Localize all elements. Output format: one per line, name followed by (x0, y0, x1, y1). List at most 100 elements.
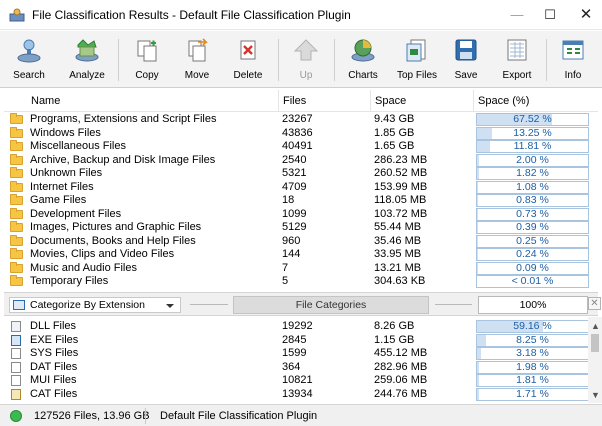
copy-button[interactable]: Copy (124, 34, 170, 86)
row-files: 144 (282, 248, 301, 260)
status-ok-icon (10, 410, 22, 422)
delete-button[interactable]: Delete (224, 34, 272, 86)
extension-row[interactable]: EXE Files 2845 1.15 GB 8.25 % (4, 333, 598, 348)
space-percent-text: 1.08 % (516, 180, 549, 193)
close-button[interactable]: ✕ (566, 0, 602, 30)
status-bar: 127526 Files, 13.96 GB Default File Clas… (0, 404, 602, 426)
move-button[interactable]: Move (174, 34, 220, 86)
category-row[interactable]: Miscellaneous Files 40491 1.65 GB 11.81 % (4, 140, 598, 154)
extension-row[interactable]: DAT Files 364 282.96 MB 1.98 % (4, 360, 598, 375)
scroll-up-icon[interactable]: ▲ (591, 321, 600, 331)
space-percent-bar: 0.09 % (476, 261, 589, 275)
folder-icon (10, 275, 23, 286)
row-space: 304.63 KB (374, 275, 426, 287)
status-summary: 127526 Files, 13.96 GB (34, 410, 150, 422)
row-name: DLL Files (30, 320, 77, 332)
space-percent-text: 59.16 % (513, 320, 552, 332)
row-space: 55.44 MB (374, 221, 422, 233)
folder-icon (10, 207, 23, 219)
category-row[interactable]: Game Files 18 118.05 MB 0.83 % (4, 194, 598, 208)
folder-icon (10, 140, 23, 151)
row-name: Archive, Backup and Disk Image Files (30, 153, 216, 166)
row-name: Internet Files (30, 180, 94, 193)
row-space: 153.99 MB (374, 180, 428, 193)
row-name: Programs, Extensions and Script Files (30, 113, 217, 125)
column-header-space[interactable]: Space (375, 95, 406, 107)
space-percent-text: 0.83 % (516, 194, 549, 206)
categorize-select[interactable]: Categorize By Extension (9, 297, 181, 313)
column-divider (370, 90, 371, 112)
space-percent-bar: 8.25 % (476, 333, 589, 347)
category-row[interactable]: Documents, Books and Help Files 960 35.46 … (4, 234, 598, 249)
categorize-select-value: Categorize By Extension (30, 299, 145, 311)
category-row[interactable]: Internet Files 4709 153.99 MB 1.08 % (4, 180, 598, 195)
category-row[interactable]: Windows Files 43836 1.85 GB 13.25 % (4, 126, 598, 141)
space-percent-text: 1.98 % (516, 360, 549, 373)
analyze-icon (75, 39, 99, 62)
space-percent-bar: 1.08 % (476, 180, 589, 194)
row-files: 364 (282, 360, 301, 373)
row-name: MUI Files (30, 374, 77, 386)
space-percent-text: 67.52 % (513, 113, 552, 125)
column-divider (278, 90, 279, 112)
row-name: Development Files (30, 207, 122, 220)
category-row[interactable]: Development Files 1099 103.72 MB 0.73 % (4, 207, 598, 222)
row-files: 23267 (282, 113, 313, 125)
category-row[interactable]: Programs, Extensions and Script Files 232… (4, 113, 598, 127)
row-space: 282.96 MB (374, 360, 428, 373)
file-categories-label: File Categories (233, 296, 429, 314)
space-percent-text: < 0.01 % (511, 275, 554, 287)
category-row[interactable]: Music and Audio Files 7 13.21 MB 0.09 % (4, 261, 598, 276)
close-panel-icon[interactable]: ✕ (588, 297, 601, 310)
scroll-down-icon[interactable]: ▼ (591, 390, 600, 400)
scroll-thumb[interactable] (591, 334, 599, 352)
charts-button[interactable]: Charts (340, 34, 386, 86)
space-percent-bar: 59.16 % (476, 320, 589, 333)
row-name: CAT Files (30, 387, 78, 400)
save-button[interactable]: Save (448, 34, 484, 86)
extension-row[interactable]: SYS Files 1599 455.12 MB 3.18 % (4, 347, 598, 361)
row-space: 33.95 MB (374, 248, 422, 260)
row-files: 7 (282, 261, 289, 274)
folder-icon (10, 194, 23, 205)
row-files: 43836 (282, 126, 313, 139)
row-name: Movies, Clips and Video Files (30, 248, 175, 260)
extension-row[interactable]: CAT Files 13934 244.76 MB 1.71 % (4, 387, 598, 402)
row-space: 118.05 MB (374, 194, 427, 206)
analyze-button[interactable]: Analyze (62, 34, 112, 86)
category-row[interactable]: Movies, Clips and Video Files 144 33.95 MB… (4, 248, 598, 262)
up-button[interactable]: Up (284, 34, 328, 86)
maximize-button[interactable]: ☐ (530, 0, 570, 30)
row-name: Images, Pictures and Graphic Files (30, 221, 202, 233)
extension-row[interactable]: MUI Files 10821 259.06 MB 1.81 % (4, 374, 598, 388)
vertical-scrollbar[interactable]: ▲ ▼ (588, 317, 602, 403)
export-button[interactable]: Export (494, 34, 540, 86)
row-name: Music and Audio Files (30, 261, 137, 274)
search-button[interactable]: Search (6, 34, 52, 86)
row-files: 4709 (282, 180, 307, 193)
space-percent-bar: 0.24 % (476, 248, 589, 261)
space-percent-text: 0.24 % (516, 248, 549, 260)
space-percent-text: 0.09 % (516, 261, 549, 274)
category-row[interactable]: Temporary Files 5 304.63 KB < 0.01 % (4, 275, 598, 289)
row-files: 1099 (282, 207, 307, 220)
search-icon (17, 39, 41, 63)
categorize-bar: Categorize By Extension File Categories … (4, 292, 601, 316)
category-row[interactable]: Unknown Files 5321 260.52 MB 1.82 % (4, 167, 598, 181)
info-button[interactable]: Info (552, 34, 594, 86)
category-row[interactable]: Archive, Backup and Disk Image Files 2540… (4, 153, 598, 168)
extension-row[interactable]: DLL Files 19292 8.26 GB 59.16 % (4, 320, 598, 334)
row-files: 2845 (282, 333, 307, 346)
space-percent-bar: 1.81 % (476, 374, 589, 387)
folder-icon (10, 234, 23, 246)
toolbar-separator (334, 39, 335, 81)
toolbar: Search Analyze Copy Move Delete Up Chart… (0, 31, 602, 88)
column-header-name[interactable]: Name (31, 95, 60, 107)
top-files-button[interactable]: Top Files (392, 34, 442, 86)
row-space: 1.15 GB (374, 333, 415, 346)
row-space: 1.85 GB (374, 126, 415, 139)
category-row[interactable]: Images, Pictures and Graphic Files 5129 55… (4, 221, 598, 235)
space-percent-bar: 2.00 % (476, 153, 589, 167)
column-header-space-percent[interactable]: Space (%) (478, 95, 529, 107)
column-header-files[interactable]: Files (283, 95, 306, 107)
